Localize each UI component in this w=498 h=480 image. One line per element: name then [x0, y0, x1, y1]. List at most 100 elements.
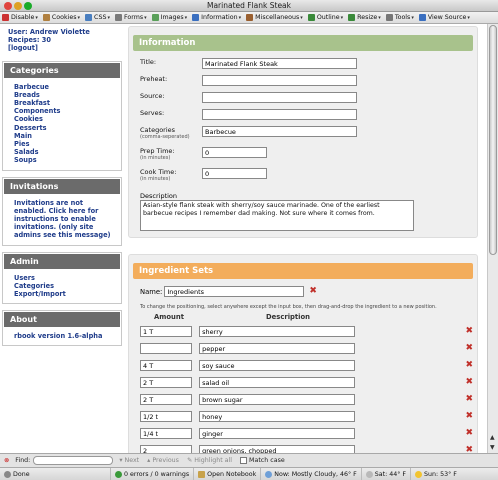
category-link-breads[interactable]: Breads — [14, 91, 113, 99]
status-errors[interactable]: 0 errors / 0 warnings — [124, 471, 189, 478]
serves-field[interactable] — [202, 109, 357, 120]
match-case-label: Match case — [249, 457, 285, 464]
minimize-window-button[interactable] — [14, 2, 22, 10]
title-field[interactable]: Marinated Flank Steak — [202, 58, 357, 69]
ingredient-row[interactable]: 1/4 t ginger ✖ — [133, 425, 473, 442]
logout-link[interactable]: [logout] — [8, 44, 116, 52]
chevron-down-icon: ▾ — [77, 14, 81, 21]
ingredient-amount-field[interactable]: 4 T — [140, 360, 193, 371]
devbar-miscellaneous-menu[interactable]: Miscellaneous ▾ — [246, 14, 303, 21]
preheat-field[interactable] — [202, 75, 357, 86]
ingredient-description-field[interactable]: honey — [199, 411, 356, 422]
categories-field-label: Categories (comma-seperated) — [140, 126, 202, 140]
scrollbar-thumb[interactable] — [489, 25, 497, 255]
weather-now[interactable]: Now: Mostly Cloudy, 46° F — [274, 471, 357, 478]
ingredient-description-field[interactable]: soy sauce — [199, 360, 356, 371]
description-textarea[interactable]: Asian-style flank steak with sherry/soy … — [140, 200, 414, 231]
delete-ingredient-icon[interactable]: ✖ — [465, 327, 473, 336]
information-heading: Information — [133, 35, 473, 51]
devbar-information-menu[interactable]: Information ▾ — [192, 14, 241, 21]
admin-list: Users Categories Export/Import — [3, 270, 121, 304]
ingredient-amount-field[interactable]: 1/4 t — [140, 428, 193, 439]
description-label: Description — [140, 192, 178, 200]
devbar-outline-menu[interactable]: Outline ▾ — [307, 14, 343, 21]
ingredient-amount-field[interactable]: 1/2 t — [140, 411, 193, 422]
category-link-components[interactable]: Components — [14, 107, 113, 115]
delete-ingredient-icon[interactable]: ✖ — [465, 412, 473, 421]
title-label: Title: — [140, 58, 157, 66]
find-previous-button[interactable]: ▴ Previous — [147, 457, 179, 464]
ingredient-amount-field[interactable]: 2 T — [140, 377, 193, 388]
ingredient-row[interactable]: 2 T salad oil ✖ — [133, 374, 473, 391]
ingredient-description-field[interactable]: pepper — [199, 343, 356, 354]
devbar-menu-label: Cookies — [51, 14, 77, 21]
invitations-instructions-link[interactable]: Invitations are not enabled. Click here … — [14, 199, 113, 240]
categories-box: Categories Barbecue Breads Breakfast Compon… — [2, 60, 122, 171]
category-link-barbecue[interactable]: Barbecue — [14, 83, 113, 91]
chevron-down-icon: ▾ — [411, 14, 414, 21]
ingredient-description-field[interactable]: ginger — [199, 428, 356, 439]
ingredient-description-field[interactable]: salad oil — [199, 377, 356, 388]
invitations-heading: Invitations — [3, 177, 121, 195]
vertical-scrollbar[interactable]: ▲ ▼ — [487, 24, 498, 453]
open-notebook-button[interactable]: Open Notebook — [207, 471, 256, 478]
delete-ingredient-icon[interactable]: ✖ — [465, 361, 473, 370]
devbar-view-source-menu[interactable]: View Source ▾ — [418, 14, 470, 21]
cookies-icon — [42, 14, 50, 21]
ingredient-sets-heading: Ingredient Sets — [133, 263, 473, 279]
categories-list: Barbecue Breads Breakfast Components Cookies… — [3, 79, 121, 170]
delete-set-icon[interactable]: ✖ — [309, 287, 317, 296]
devbar-forms-menu[interactable]: Forms ▾ — [114, 14, 147, 21]
chevron-down-icon: ▾ — [107, 14, 110, 21]
admin-link-export-import[interactable]: Export/Import — [14, 290, 113, 298]
ingredient-row[interactable]: 1 T sherry ✖ — [133, 323, 473, 340]
devbar-images-menu[interactable]: Images ▾ — [151, 14, 187, 21]
highlight-all-button[interactable]: ✎ Highlight all — [187, 457, 232, 464]
devbar-tools-menu[interactable]: Tools ▾ — [385, 14, 414, 21]
devbar-css-menu[interactable]: CSS ▾ — [85, 14, 110, 21]
source-field[interactable] — [202, 92, 357, 103]
delete-ingredient-icon[interactable]: ✖ — [465, 344, 473, 353]
delete-ingredient-icon[interactable]: ✖ — [465, 429, 473, 438]
ingredient-amount-field[interactable]: 2 T — [140, 394, 193, 405]
categories-field[interactable]: Barbecue — [202, 126, 357, 137]
ingredient-description-field[interactable]: sherry — [199, 326, 356, 337]
delete-ingredient-icon[interactable]: ✖ — [465, 395, 473, 404]
close-find-icon[interactable]: ⊗ — [4, 457, 9, 464]
devbar-cookies-menu[interactable]: Cookies ▾ — [42, 14, 81, 21]
category-link-breakfast[interactable]: Breakfast — [14, 99, 113, 107]
ingredient-amount-field[interactable] — [140, 343, 193, 354]
find-input[interactable] — [33, 456, 114, 465]
devbar-resize-menu[interactable]: Resize ▾ — [348, 14, 381, 21]
cook-time-field[interactable]: 0 — [202, 168, 267, 179]
find-previous-label: Previous — [152, 457, 179, 464]
scroll-up-arrow-icon[interactable]: ▲ — [490, 434, 495, 441]
prep-time-field[interactable]: 0 — [202, 147, 267, 158]
admin-link-categories[interactable]: Categories — [14, 282, 113, 290]
category-link-pies[interactable]: Pies — [14, 140, 113, 148]
ingredient-row[interactable]: 4 T soy sauce ✖ — [133, 357, 473, 374]
category-link-salads[interactable]: Salads — [14, 148, 113, 156]
admin-link-users[interactable]: Users — [14, 274, 113, 282]
delete-ingredient-icon[interactable]: ✖ — [465, 378, 473, 387]
zoom-window-button[interactable] — [24, 2, 32, 10]
category-link-cookies[interactable]: Cookies — [14, 115, 113, 123]
close-window-button[interactable] — [4, 2, 12, 10]
resize-icon — [348, 14, 356, 21]
ingredient-row[interactable]: 1/2 t honey ✖ — [133, 408, 473, 425]
match-case-checkbox[interactable] — [240, 457, 248, 464]
find-next-button[interactable]: ▾ Next — [119, 457, 139, 464]
ingredient-row[interactable]: pepper ✖ — [133, 340, 473, 357]
category-link-main[interactable]: Main — [14, 132, 113, 140]
devbar-disable-menu[interactable]: Disable ▾ — [2, 14, 38, 21]
categories-heading: Categories — [3, 61, 121, 79]
weather-sat: Sat: 44° F — [374, 470, 406, 478]
ingredient-description-field[interactable]: brown sugar — [199, 394, 356, 405]
ingredient-row[interactable]: 2 T brown sugar ✖ — [133, 391, 473, 408]
scroll-down-arrow-icon[interactable]: ▼ — [490, 444, 495, 451]
notebook-icon — [198, 470, 206, 478]
category-link-soups[interactable]: Soups — [14, 156, 113, 164]
set-name-field[interactable]: Ingredients — [164, 286, 305, 297]
ingredient-amount-field[interactable]: 1 T — [140, 326, 193, 337]
category-link-desserts[interactable]: Desserts — [14, 124, 113, 132]
